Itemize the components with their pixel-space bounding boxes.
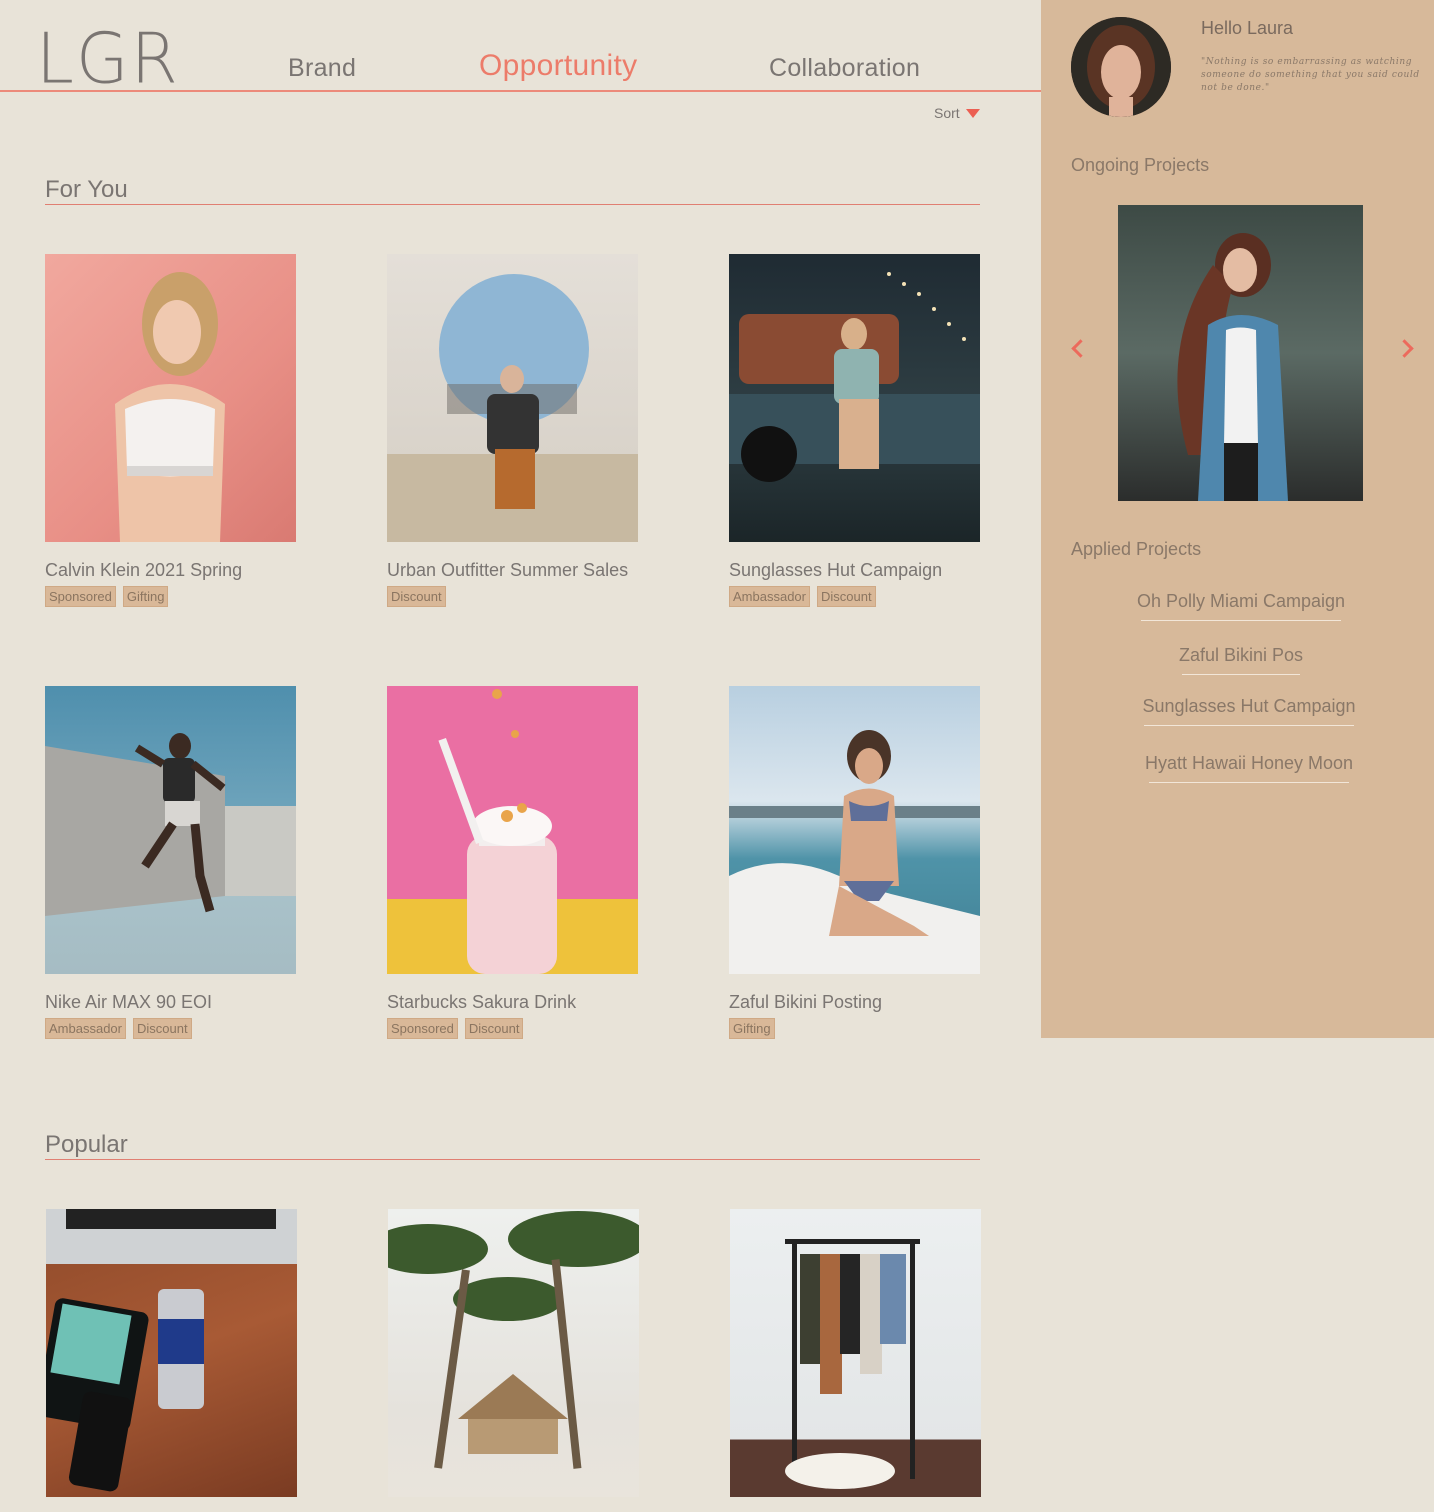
applied-project-label: Sunglasses Hut Campaign: [1142, 696, 1356, 716]
applied-project-item[interactable]: Hyatt Hawaii Honey Moon: [1141, 753, 1357, 783]
card-image: [45, 686, 296, 974]
profile-sidebar: Hello Laura "Nothing is so embarrassing …: [1041, 0, 1434, 1038]
card-title: Sunglasses Hut Campaign: [729, 560, 943, 580]
card-image: [388, 1209, 639, 1497]
underline: [1141, 620, 1341, 621]
opportunity-card[interactable]: Urban Outfitter Summer Sales Discount: [387, 254, 638, 607]
popular-card[interactable]: [388, 1209, 639, 1497]
opportunity-card[interactable]: Calvin Klein 2021 Spring Sponsored Gifti…: [45, 254, 296, 607]
nav-opportunity[interactable]: Opportunity: [479, 49, 637, 83]
applied-project-label: Zaful Bikini Pos: [1178, 645, 1304, 665]
opportunity-card[interactable]: Sunglasses Hut Campaign Ambassador Disco…: [729, 254, 980, 607]
nav-collaboration[interactable]: Collaboration: [769, 54, 920, 83]
opportunity-card[interactable]: Zaful Bikini Posting Gifting: [729, 686, 980, 1039]
chevron-left-icon[interactable]: [1071, 339, 1090, 358]
tag[interactable]: Discount: [387, 586, 446, 607]
popular-card[interactable]: [730, 1209, 981, 1497]
nav-brand[interactable]: Brand: [288, 54, 356, 83]
applied-projects-title: Applied Projects: [1071, 539, 1202, 559]
tag[interactable]: Discount: [464, 1018, 524, 1039]
underline: [1182, 674, 1300, 675]
sort-button[interactable]: Sort: [934, 105, 980, 121]
card-image: [729, 686, 980, 974]
card-title: Zaful Bikini Posting: [729, 992, 883, 1012]
card-image: [387, 686, 638, 974]
applied-project-item[interactable]: Oh Polly Miami Campaign: [1134, 591, 1348, 621]
card-title: Starbucks Sakura Drink: [387, 992, 577, 1012]
section-title-for-you: For You: [45, 176, 128, 203]
tag[interactable]: Gifting: [122, 586, 169, 607]
underline: [1144, 725, 1354, 726]
applied-project-label: Hyatt Hawaii Honey Moon: [1144, 753, 1354, 773]
tag[interactable]: Ambassador: [729, 586, 810, 607]
ongoing-projects-title: Ongoing Projects: [1071, 155, 1210, 175]
applied-project-item[interactable]: Zaful Bikini Pos: [1165, 645, 1317, 675]
caret-down-icon: [965, 108, 980, 118]
avatar[interactable]: [1071, 17, 1171, 117]
applied-project-item[interactable]: Sunglasses Hut Campaign: [1138, 696, 1360, 726]
card-image: [46, 1209, 297, 1497]
opportunity-card[interactable]: Starbucks Sakura Drink Sponsored Discoun…: [387, 686, 638, 1039]
card-image: [45, 254, 296, 542]
tag[interactable]: Gifting: [729, 1018, 775, 1039]
quote: "Nothing is so embarrassing as watching …: [1201, 57, 1420, 93]
popular-card[interactable]: [46, 1209, 297, 1497]
section-divider: [45, 1159, 980, 1160]
underline: [1149, 782, 1349, 783]
ongoing-project-image[interactable]: [1118, 205, 1363, 501]
card-title: Calvin Klein 2021 Spring: [45, 560, 243, 580]
card-image: [730, 1209, 981, 1497]
logo[interactable]: LGR: [36, 19, 180, 100]
section-divider: [45, 204, 980, 205]
opportunity-card[interactable]: Nike Air MAX 90 EOI Ambassador Discount: [45, 686, 296, 1039]
card-image: [729, 254, 980, 542]
card-title: Nike Air MAX 90 EOI: [45, 992, 213, 1012]
tag[interactable]: Ambassador: [45, 1018, 126, 1039]
tag[interactable]: Discount: [816, 586, 876, 607]
tag[interactable]: Sponsored: [45, 586, 116, 607]
tag[interactable]: Discount: [132, 1018, 192, 1039]
nav-divider: [0, 90, 1041, 92]
card-title: Urban Outfitter Summer Sales: [387, 560, 629, 580]
card-image: [387, 254, 638, 542]
section-title-popular: Popular: [45, 1131, 128, 1158]
greeting: Hello Laura: [1201, 18, 1294, 38]
applied-project-label: Oh Polly Miami Campaign: [1136, 591, 1346, 611]
sort-label: Sort: [934, 105, 960, 121]
tag[interactable]: Sponsored: [387, 1018, 458, 1039]
chevron-right-icon[interactable]: [1395, 339, 1414, 358]
